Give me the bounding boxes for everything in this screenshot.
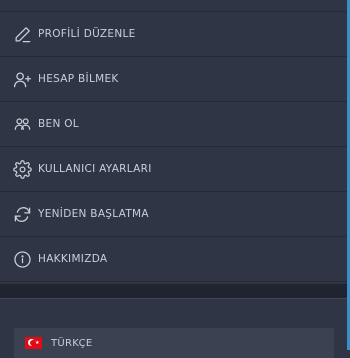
menu-top-edge — [0, 0, 347, 12]
menu-item-restart[interactable]: YENİDEN BAŞLATMA — [0, 192, 347, 237]
menu-item-become[interactable]: BEN OL — [0, 102, 347, 147]
section-divider — [0, 284, 347, 299]
language-selector[interactable]: ★ TÜRKÇE — [14, 328, 334, 358]
menu-item-about[interactable]: HAKKIMIZDA — [0, 237, 347, 282]
refresh-icon — [12, 204, 32, 224]
info-icon — [12, 249, 32, 269]
menu-item-account[interactable]: HESAP BİLMEK — [0, 57, 347, 102]
user-add-icon — [12, 69, 32, 89]
menu-item-label: KULLANICI AYARLARI — [38, 163, 152, 175]
side-menu: PROFİLİ DÜZENLE HESAP BİLMEK BEN OL KULL… — [0, 0, 347, 282]
menu-item-label: BEN OL — [38, 118, 79, 130]
menu-item-user-settings[interactable]: KULLANICI AYARLARI — [0, 147, 347, 192]
language-label: TÜRKÇE — [51, 337, 93, 349]
edit-pen-icon — [12, 24, 32, 44]
menu-item-label: YENİDEN BAŞLATMA — [38, 208, 149, 220]
menu-item-label: HESAP BİLMEK — [38, 73, 119, 85]
menu-item-label: HAKKIMIZDA — [38, 253, 108, 265]
users-group-icon — [12, 114, 32, 134]
menu-item-edit-profile[interactable]: PROFİLİ DÜZENLE — [0, 12, 347, 57]
turkey-flag-icon: ★ — [25, 337, 42, 349]
gear-icon — [12, 159, 32, 179]
menu-item-label: PROFİLİ DÜZENLE — [38, 28, 136, 40]
